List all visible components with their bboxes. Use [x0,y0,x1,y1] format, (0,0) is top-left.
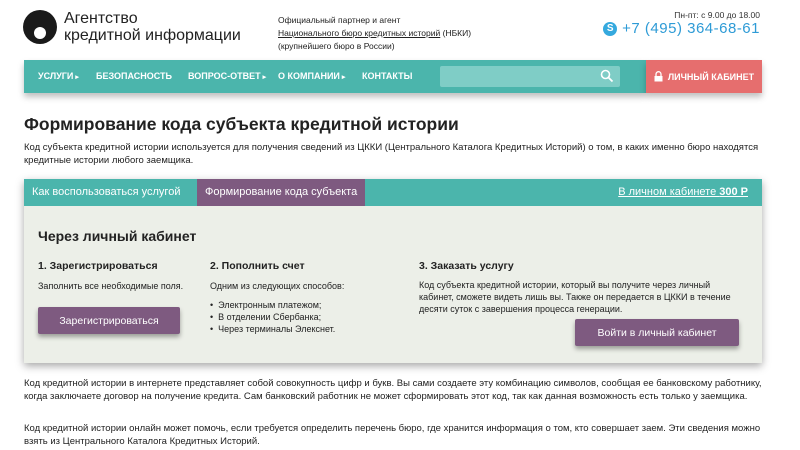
paragraph-2: Код кредитной истории онлайн может помоч… [24,423,761,447]
partner-info: Официальный партнер и агент Национальног… [278,14,498,53]
nav-item-faq[interactable]: Вопрос-ответ ▸ [188,60,266,93]
step3-heading: 3. Заказать услугу [419,260,514,272]
logo-icon[interactable] [23,10,57,44]
personal-cabinet-button[interactable]: Личный кабинет [646,60,762,93]
partner-link[interactable]: Национального бюро кредитных историй [278,28,440,38]
list-item: В отделении Сбербанка; [210,311,335,323]
payment-methods-list: Электронным платежом; В отделении Сберба… [210,299,335,335]
phone-block: S +7 (495) 364-68-61 [603,20,760,37]
nav-item-services[interactable]: Услуги ▸ [38,60,79,93]
search-input[interactable] [440,66,620,87]
step2-heading: 2. Пополнить счет [210,260,305,272]
cabinet-link-text: В личном кабинете [618,186,720,198]
nav-label: Услуги [38,71,74,81]
nav-item-contacts[interactable]: Контакты [362,60,412,93]
step1-text: Заполнить все необходимые поля. [38,281,184,291]
skype-icon[interactable]: S [603,21,618,36]
page-title: Формирование кода субъекта кредитной ист… [24,114,459,134]
logo-text[interactable]: Агентство кредитной информации [64,10,241,44]
cabinet-price: 300 Р [719,186,748,198]
working-hours: Пн-пт: с 9.00 до 18.00 [674,10,760,20]
logo-line1: Агентство [64,10,138,27]
nav-label: Вопрос-ответ [188,71,261,81]
main-nav: Услуги ▸ Безопасность Вопрос-ответ ▸ О ком… [24,60,646,93]
partner-line3: (крупнейшего бюро в России) [278,41,395,51]
step1-heading: 1. Зарегистрироваться [38,260,158,272]
tab-how-to-use[interactable]: Как воспользоваться услугой [24,179,188,206]
caret-icon: ▸ [262,74,267,81]
intro-text: Код субъекта кредитной истории используе… [24,142,759,166]
caret-icon: ▸ [75,74,79,81]
logo-line2: кредитной информации [64,27,241,44]
list-item: Через терминалы Элекснет. [210,323,335,335]
partner-line1: Официальный партнер и агент [278,15,401,25]
service-card: Как воспользоваться услугой Формирование… [24,179,762,363]
partner-suffix: (НБКИ) [440,28,472,38]
search-icon[interactable] [600,69,614,83]
nav-item-security[interactable]: Безопасность [96,60,172,93]
nav-label: О компании [278,71,340,81]
nav-item-about[interactable]: О компании ▸ [278,60,345,93]
nav-label: Контакты [362,71,413,81]
paragraph-1: Код кредитной истории в интернете предст… [24,378,762,402]
phone-number[interactable]: +7 (495) 364-68-61 [622,20,760,37]
card-title: Через личный кабинет [38,228,197,244]
tab-bar: Как воспользоваться услугой Формирование… [24,179,762,206]
lock-icon [654,71,663,82]
tab-code-formation[interactable]: Формирование кода субъекта [197,179,366,206]
register-button[interactable]: Зарегистрироваться [38,307,180,334]
list-item: Электронным платежом; [210,299,335,311]
cabinet-label: Личный кабинет [667,71,755,82]
cabinet-price-link[interactable]: В личном кабинете 300 Р [618,179,748,206]
step2-text: Одним из следующих способов: [210,281,345,291]
step3-text: Код субъекта кредитной истории, который … [419,280,731,314]
login-cabinet-button[interactable]: Войти в личный кабинет [575,319,739,346]
caret-icon: ▸ [341,74,346,81]
nav-label: Безопасность [96,71,172,81]
